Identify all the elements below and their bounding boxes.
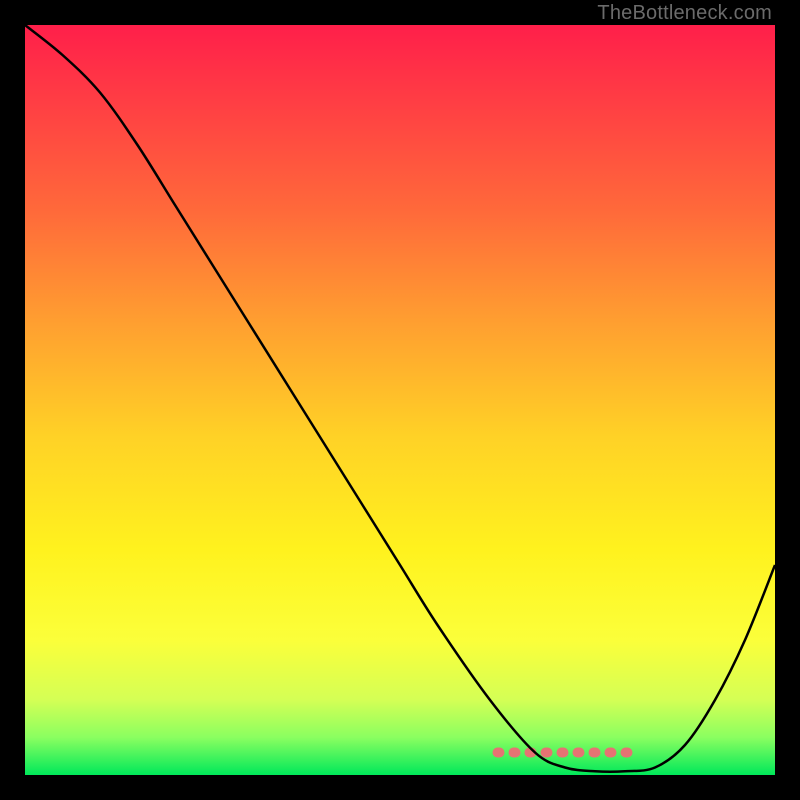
watermark-text: TheBottleneck.com [597,2,772,25]
chart-plot-layer [25,25,775,775]
bottleneck-curve-line [25,25,775,772]
chart-frame [25,25,775,775]
